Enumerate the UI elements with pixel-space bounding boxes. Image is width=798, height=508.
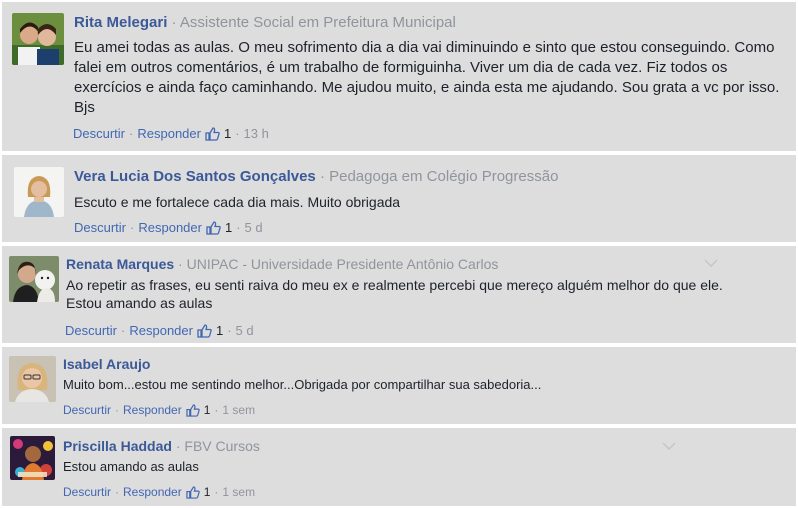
unlike-link[interactable]: Descurtir xyxy=(74,220,126,235)
author-name[interactable]: Renata Marques xyxy=(66,256,174,272)
timestamp[interactable]: 5 d xyxy=(245,220,263,235)
separator: · xyxy=(227,323,232,338)
like-count: 1 xyxy=(203,485,211,499)
like-count: 1 xyxy=(203,403,211,417)
author-line: Isabel Araujo xyxy=(63,356,150,372)
reply-link[interactable]: Responder xyxy=(138,220,202,235)
comment-actions: Descurtir · Responder 1 · 13 h xyxy=(73,126,269,141)
author-name[interactable]: Isabel Araujo xyxy=(63,356,150,372)
comment-text: Ao repetir as frases, eu senti raiva do … xyxy=(66,277,723,311)
comment-text: Muito bom...estou me sentindo melhor...O… xyxy=(63,377,542,392)
comment-text: Estou amando as aulas xyxy=(63,459,199,474)
separator: · xyxy=(171,14,177,31)
comment-card: Renata Marques · UNIPAC - Universidade P… xyxy=(2,246,796,343)
comment-card: Priscilla Haddad · FBV Cursos Estou aman… xyxy=(2,428,796,506)
separator: · xyxy=(130,220,135,235)
separator: · xyxy=(115,485,120,499)
reply-link[interactable]: Responder xyxy=(129,323,193,338)
thumbs-up-icon[interactable] xyxy=(205,126,220,141)
comment-actions: Descurtir · Responder 1 · 1 sem xyxy=(63,485,255,499)
avatar[interactable] xyxy=(12,13,64,65)
separator: · xyxy=(319,168,325,185)
timestamp[interactable]: 5 d xyxy=(236,323,254,338)
avatar[interactable] xyxy=(9,356,56,402)
avatar[interactable] xyxy=(14,167,64,217)
comment-card: Isabel Araujo Muito bom...estou me senti… xyxy=(2,347,796,424)
timestamp[interactable]: 13 h xyxy=(244,126,269,141)
comment-actions: Descurtir · Responder 1 · 1 sem xyxy=(63,403,255,417)
avatar[interactable] xyxy=(9,256,59,302)
author-role: FBV Cursos xyxy=(184,438,260,454)
author-name[interactable]: Rita Melegari xyxy=(74,14,167,31)
like-count: 1 xyxy=(223,126,232,141)
separator: · xyxy=(235,126,240,141)
timestamp[interactable]: 1 sem xyxy=(222,403,255,417)
comment-actions: Descurtir · Responder 1 · 5 d xyxy=(65,323,254,338)
separator: · xyxy=(236,220,241,235)
separator: · xyxy=(115,403,120,417)
separator: · xyxy=(175,438,181,454)
reply-link[interactable]: Responder xyxy=(123,485,182,499)
chevron-down-icon[interactable] xyxy=(704,254,718,270)
thumbs-up-icon[interactable] xyxy=(197,323,212,338)
author-role: Assistente Social em Prefeitura Municipa… xyxy=(179,14,456,31)
author-line: Rita Melegari · Assistente Social em Pre… xyxy=(74,14,456,31)
comment-text: Escuto e me fortalece cada dia mais. Mui… xyxy=(74,194,401,210)
author-role: UNIPAC - Universidade Presidente Antônio… xyxy=(186,256,499,272)
separator: · xyxy=(129,126,134,141)
thumbs-up-icon[interactable] xyxy=(186,403,200,417)
avatar[interactable] xyxy=(10,436,55,480)
separator: · xyxy=(214,403,219,417)
author-name[interactable]: Vera Lucia Dos Santos Gonçalves xyxy=(74,168,316,185)
comment-card: Vera Lucia Dos Santos Gonçalves · Pedago… xyxy=(2,155,796,242)
author-name[interactable]: Priscilla Haddad xyxy=(63,438,172,454)
separator: · xyxy=(121,323,126,338)
timestamp[interactable]: 1 sem xyxy=(222,485,255,499)
author-line: Priscilla Haddad · FBV Cursos xyxy=(63,438,260,454)
thumbs-up-icon[interactable] xyxy=(206,220,221,235)
separator: · xyxy=(178,256,183,272)
chevron-down-icon[interactable] xyxy=(662,437,676,453)
unlike-link[interactable]: Descurtir xyxy=(63,485,111,499)
author-line: Renata Marques · UNIPAC - Universidade P… xyxy=(66,256,498,272)
unlike-link[interactable]: Descurtir xyxy=(63,403,111,417)
comment-actions: Descurtir · Responder 1 · 5 d xyxy=(74,220,263,235)
comment-text: Eu amei todas as aulas. O meu sofrimento… xyxy=(74,39,780,116)
like-count: 1 xyxy=(224,220,233,235)
author-line: Vera Lucia Dos Santos Gonçalves · Pedago… xyxy=(74,168,558,185)
reply-link[interactable]: Responder xyxy=(137,126,201,141)
reply-link[interactable]: Responder xyxy=(123,403,182,417)
separator: · xyxy=(214,485,219,499)
author-role: Pedagoga em Colégio Progressão xyxy=(329,168,559,185)
unlike-link[interactable]: Descurtir xyxy=(73,126,125,141)
comment-card: Rita Melegari · Assistente Social em Pre… xyxy=(2,2,796,151)
thumbs-up-icon[interactable] xyxy=(186,485,200,499)
unlike-link[interactable]: Descurtir xyxy=(65,323,117,338)
like-count: 1 xyxy=(215,323,224,338)
